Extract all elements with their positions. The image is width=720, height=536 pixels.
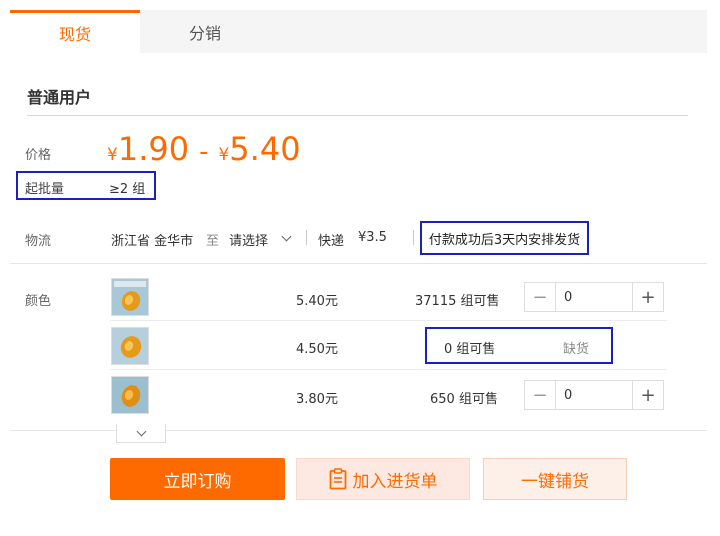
minus-icon[interactable]: − [525, 283, 556, 311]
sku-thumbnail[interactable] [111, 278, 149, 316]
sku-price: 3.80元 [296, 392, 338, 407]
divider [10, 430, 707, 431]
price-max: 5.40 [229, 130, 301, 168]
add-to-list-label: 加入进货单 [352, 471, 438, 492]
divider [110, 369, 667, 370]
sku-thumbnail[interactable] [111, 327, 149, 365]
quantity-stepper[interactable]: − 0 + [524, 380, 664, 410]
out-of-stock-status: 缺货 [563, 342, 590, 357]
divider [27, 115, 688, 116]
sku-stock: 37115 组可售 [415, 294, 500, 309]
shipping-method: 快递 [318, 234, 345, 249]
price-separator: - [199, 137, 209, 167]
minus-icon[interactable]: − [525, 381, 556, 409]
divider [110, 320, 667, 321]
moq-label: 起批量 [25, 182, 65, 197]
divider [306, 230, 307, 245]
logistics-label: 物流 [25, 234, 52, 249]
tab-spot[interactable]: 现货 [10, 10, 140, 53]
add-to-list-button[interactable]: 加入进货单 [296, 458, 470, 500]
quantity-input[interactable]: 0 [556, 381, 632, 409]
user-type-title: 普通用户 [27, 88, 92, 107]
shipping-fee: ¥3.5 [358, 230, 387, 245]
currency-symbol: ¥ [218, 145, 230, 165]
chevron-down-icon[interactable] [281, 231, 292, 242]
moq-value: ≥2 组 [109, 182, 146, 197]
divider [10, 263, 707, 264]
plus-icon[interactable]: + [632, 283, 663, 311]
origin-location: 浙江省 金华市 [111, 234, 194, 249]
destination-select[interactable]: 请选择 [229, 230, 268, 249]
plus-icon[interactable]: + [632, 381, 663, 409]
sku-price: 5.40元 [296, 294, 338, 309]
sku-price: 4.50元 [296, 342, 338, 357]
tab-distribution[interactable]: 分销 [140, 10, 270, 53]
price-min: 1.90 [117, 130, 190, 168]
chevron-down-icon [136, 426, 146, 436]
ship-time-note: 付款成功后3天内安排发货 [420, 221, 589, 255]
divider [413, 230, 414, 245]
expand-skus-button[interactable] [116, 424, 166, 443]
quantity-stepper[interactable]: − 0 + [524, 282, 664, 312]
sku-stock: 650 组可售 [430, 392, 498, 407]
price-label: 价格 [25, 148, 52, 163]
one-click-distribute-button[interactable]: 一键铺货 [483, 458, 627, 500]
to-label: 至 [206, 234, 220, 249]
clipboard-icon [329, 468, 347, 490]
currency-symbol: ¥ [107, 145, 118, 165]
buy-now-button[interactable]: 立即订购 [110, 458, 285, 500]
sku-stock: 0 组可售 [444, 342, 496, 357]
color-label: 颜色 [25, 294, 52, 309]
price-range: ¥1.90- ¥5.40 [107, 130, 301, 168]
quantity-input[interactable]: 0 [556, 283, 632, 311]
sku-thumbnail[interactable] [111, 376, 149, 414]
